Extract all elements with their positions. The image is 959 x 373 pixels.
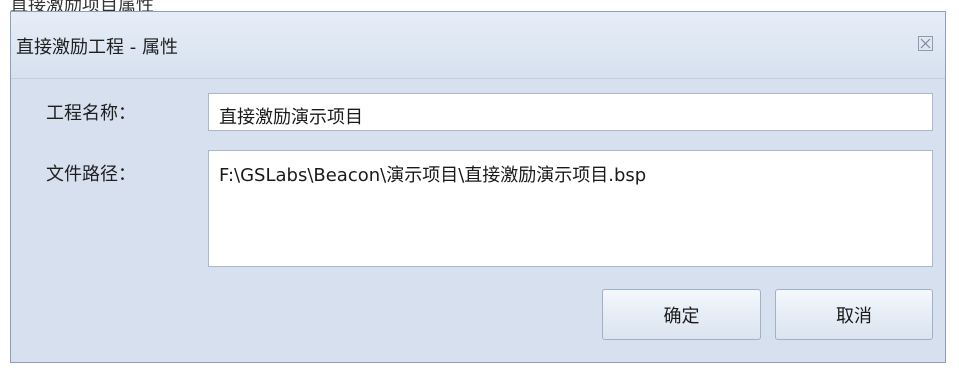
project-name-label: 工程名称： <box>46 103 136 124</box>
ok-button[interactable]: 确定 <box>602 289 761 340</box>
project-name-input[interactable]: 直接激励演示项目 <box>208 93 933 131</box>
properties-dialog: 直接激励工程 - 属性 工程名称： 直接激励演示项目 文件路径： F:\GSLa… <box>10 11 946 363</box>
dialog-body: 工程名称： 直接激励演示项目 文件路径： F:\GSLabs\Beacon\演示… <box>11 79 945 362</box>
close-icon[interactable] <box>917 35 934 52</box>
dialog-title: 直接激励工程 - 属性 <box>16 37 178 58</box>
dialog-titlebar: 直接激励工程 - 属性 <box>11 12 945 79</box>
file-path-field[interactable]: F:\GSLabs\Beacon\演示项目\直接激励演示项目.bsp <box>208 150 933 267</box>
file-path-label: 文件路径： <box>46 164 136 185</box>
cancel-button[interactable]: 取消 <box>775 289 933 340</box>
